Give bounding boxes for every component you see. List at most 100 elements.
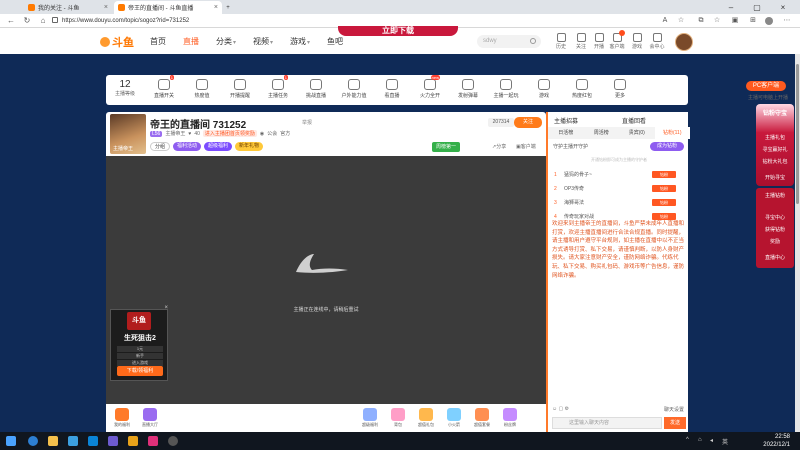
favorite-star-icon[interactable]: ☆ xyxy=(676,16,686,26)
explorer-icon[interactable] xyxy=(48,436,58,446)
url-field[interactable]: https://www.douyu.com/topic/sogoz?rid=73… xyxy=(52,16,652,26)
nav-yuba[interactable]: 鱼吧 xyxy=(327,36,343,47)
follow-button[interactable]: 关注 xyxy=(572,33,590,50)
read-aloud-icon[interactable]: A xyxy=(660,16,670,26)
gift-item[interactable]: 直播大厅 xyxy=(138,408,162,428)
network-icon[interactable]: ⌂ xyxy=(698,437,702,443)
gift-item[interactable]: 超值礼包 xyxy=(414,408,438,428)
side-ad-treasure[interactable]: 钻粉守宝 主播礼包 寻宝赢好礼 钻粉大礼包 开始寻宝 xyxy=(756,104,794,186)
toolbar-item[interactable]: new 火力全开 xyxy=(412,75,448,99)
store-icon[interactable] xyxy=(88,436,98,446)
anchor-name[interactable]: 主播帝王 xyxy=(165,130,185,137)
toolbar-item[interactable]: 主播一起玩 xyxy=(488,79,524,99)
gift-item[interactable]: 超值套餐 xyxy=(470,408,494,428)
app-icon[interactable] xyxy=(148,436,158,446)
ad-download-button[interactable]: 下载/领福利 xyxy=(117,366,163,376)
app-icon[interactable] xyxy=(108,436,118,446)
refresh-icon[interactable]: ↻ xyxy=(22,16,32,26)
gift-icon[interactable]: ▢ xyxy=(559,406,564,412)
chat-settings-link[interactable]: 聊天设置 xyxy=(664,406,684,413)
recruit-link[interactable]: 主播招募 xyxy=(554,116,578,125)
scrollbar-thumb[interactable] xyxy=(796,64,799,204)
ad-button[interactable]: 开始寻宝 xyxy=(756,174,794,181)
toolbar-item[interactable]: 热度红包 xyxy=(564,79,600,99)
gift-item[interactable]: 小火箭 xyxy=(442,408,466,428)
user-avatar[interactable] xyxy=(675,33,693,51)
toolbar-item[interactable]: 看直播 xyxy=(374,79,410,99)
app-icon[interactable] xyxy=(128,436,138,446)
search-input[interactable]: sdwy xyxy=(477,35,541,48)
game-ad-popup[interactable]: × 斗鱼 生死狙击2 1元 新手 进入游戏 下载/领福利 xyxy=(110,305,168,381)
report-link[interactable]: 举报 xyxy=(302,119,312,126)
edge-icon[interactable] xyxy=(28,436,38,446)
app-icon[interactable] xyxy=(168,436,178,446)
apps-icon[interactable]: ⊞ xyxy=(748,16,758,26)
member-center-button[interactable]: 会中心 xyxy=(648,33,666,50)
chevron-up-icon[interactable]: ^ xyxy=(686,437,689,443)
pill-welfare[interactable]: 福利活动 xyxy=(173,142,202,151)
pc-client-button[interactable]: PC客户端 xyxy=(746,81,786,91)
follow-button[interactable]: 关注 xyxy=(514,117,542,128)
start-icon[interactable] xyxy=(6,436,16,446)
douyu-logo[interactable]: 斗鱼 xyxy=(100,34,134,50)
toolbar-item[interactable]: 1 直播开关 xyxy=(146,75,182,99)
client-button[interactable]: 客户端 xyxy=(608,30,626,50)
close-icon[interactable]: × xyxy=(214,4,218,11)
weekly-rank-button[interactable]: 周榜第一 xyxy=(432,142,461,152)
pill-super[interactable]: 超级福利 xyxy=(204,142,233,151)
share-button[interactable]: ↗分享 xyxy=(492,143,506,150)
game-button[interactable]: 游戏 xyxy=(628,33,646,50)
minimize-icon[interactable]: – xyxy=(718,0,744,14)
back-icon[interactable]: ← xyxy=(6,16,16,26)
extensions-icon[interactable]: ⧉ xyxy=(696,16,706,26)
ad-button[interactable]: 直播中心 xyxy=(756,254,794,261)
nav-category[interactable]: 分类▾ xyxy=(216,36,236,47)
nav-live[interactable]: 直播 xyxy=(183,36,199,47)
toolbar-item[interactable]: 1 主播任务 xyxy=(260,75,296,99)
maximize-icon[interactable]: ▢ xyxy=(744,0,770,14)
profile-avatar[interactable] xyxy=(765,17,773,25)
nav-game[interactable]: 游戏▾ xyxy=(290,36,310,47)
clock[interactable]: 22:58 2022/12/1 xyxy=(740,433,790,449)
collections-icon[interactable]: ▣ xyxy=(730,16,740,26)
nav-video[interactable]: 视频▾ xyxy=(253,36,273,47)
tab-vip[interactable]: 贵宾(0) xyxy=(619,127,655,139)
emoji-icon[interactable]: ☺ xyxy=(552,406,557,412)
nav-home[interactable]: 首页 xyxy=(150,36,166,47)
gift-item[interactable]: 超级福利 xyxy=(358,408,382,428)
become-diamond-button[interactable]: 成为钻粉 xyxy=(650,142,684,151)
list-item[interactable]: 1 猛犸的骨子~ 钻粉 xyxy=(552,168,686,182)
anchor-avatar[interactable]: 主播帝王 xyxy=(110,114,146,154)
more-icon[interactable]: ⋯ xyxy=(782,16,792,26)
toolbar-item[interactable]: 户外能力值 xyxy=(336,79,372,99)
toolbar-item[interactable]: 发射弹幕 xyxy=(450,79,486,99)
window-close-icon[interactable]: × xyxy=(770,0,796,14)
guild-label[interactable]: 公会 xyxy=(267,130,277,137)
client-button[interactable]: ▣客户端 xyxy=(516,143,536,150)
toolbar-item[interactable]: 更多 xyxy=(602,79,638,99)
settings-icon[interactable]: ⚙ xyxy=(565,406,569,412)
list-item[interactable]: 3 海狮哥法 钻粉 xyxy=(552,196,686,210)
pill-newyear[interactable]: 新年礼物 xyxy=(235,142,264,151)
fanclub-link[interactable]: 进入主播团首页领奖励 xyxy=(202,130,257,137)
app-icon[interactable] xyxy=(68,436,78,446)
browser-tab[interactable]: 我的关注 - 斗鱼 × xyxy=(24,1,112,14)
side-ad-diamond[interactable]: 主播钻粉 寻宝中心 获得钻粉 奖励 直播中心 xyxy=(756,188,794,268)
replay-link[interactable]: 直播回看 xyxy=(622,116,646,125)
pill-group[interactable]: 分组 xyxy=(150,142,171,151)
chat-input[interactable]: 这里输入聊天内容 xyxy=(552,417,662,429)
send-button[interactable]: 发送 xyxy=(664,417,686,429)
close-icon[interactable]: × xyxy=(104,4,108,11)
gift-item[interactable]: 粉丝牌 xyxy=(498,408,522,428)
toolbar-item[interactable]: 开播提醒 xyxy=(222,79,258,99)
history-button[interactable]: 历史 xyxy=(552,33,570,50)
gift-item[interactable]: 我的福利 xyxy=(110,408,134,428)
go-live-button[interactable]: 开播 xyxy=(590,33,608,50)
new-tab-button[interactable]: + xyxy=(222,1,234,14)
close-icon[interactable]: × xyxy=(164,305,168,311)
toolbar-item[interactable]: 挑战直播 xyxy=(298,79,334,99)
volume-icon[interactable]: ◂ xyxy=(710,437,713,444)
toolbar-item[interactable]: 游戏 xyxy=(526,79,562,99)
tab-weekly[interactable]: 周活榜 xyxy=(584,127,620,139)
toolbar-item[interactable]: 热度值 xyxy=(184,79,220,99)
